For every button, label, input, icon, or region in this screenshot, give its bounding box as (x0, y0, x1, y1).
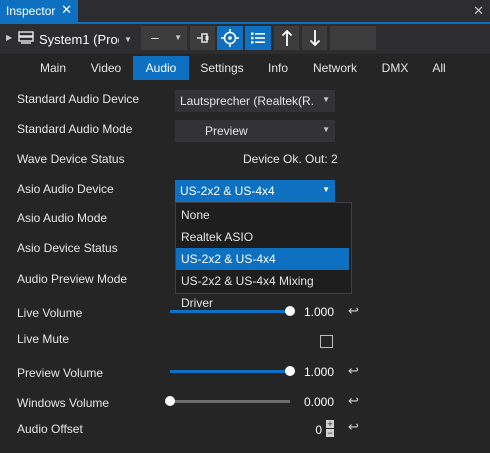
move-up-button[interactable] (274, 26, 299, 50)
reset-icon[interactable]: ↩ (348, 303, 359, 319)
preview-volume-fill (170, 370, 290, 373)
dropdown-option-us2x2-us4x4-mixing[interactable]: US-2x2 & US-4x4 Mixing Driver (176, 270, 349, 310)
list-icon (251, 32, 265, 44)
windows-volume-label: Windows Volume (17, 396, 110, 410)
asio-device-dropdown-list: None Realtek ASIO US-2x2 & US-4x4 US-2x2… (175, 202, 352, 310)
crosshair-icon (221, 29, 239, 47)
audio-offset-value[interactable]: 0 (300, 423, 322, 437)
dash-label: – (151, 29, 159, 45)
tab-all[interactable]: All (422, 56, 456, 80)
live-volume-fill (170, 310, 290, 313)
wave-device-status-label: Wave Device Status (17, 152, 125, 166)
close-panel-icon[interactable]: ✕ (473, 3, 484, 19)
device-name[interactable]: System1 (Prog (39, 32, 119, 47)
asio-device-status-label: Asio Device Status (17, 241, 118, 255)
live-mute-checkbox[interactable] (320, 335, 333, 348)
device-dropdown-arrow-icon[interactable]: ▼ (124, 35, 132, 44)
live-mute-label: Live Mute (17, 332, 70, 346)
wave-device-status-value: Device Ok. Out: 2 (243, 152, 338, 166)
increment-icon[interactable]: + (326, 420, 334, 429)
windows-volume-value[interactable]: 0.000 (292, 395, 334, 409)
pin-button[interactable] (190, 26, 215, 50)
reset-icon[interactable]: ↩ (348, 419, 359, 435)
standard-audio-device-select[interactable]: Lautsprecher (Realtek(R... ▼ (175, 90, 335, 112)
list-button[interactable] (245, 26, 271, 50)
audio-offset-label: Audio Offset (17, 422, 83, 436)
dash-select[interactable]: – ▼ (141, 26, 187, 50)
tab-audio[interactable]: Audio (133, 56, 189, 80)
standard-audio-device-label: Standard Audio Device (17, 92, 140, 106)
pin-icon (196, 33, 208, 43)
dropdown-option-none[interactable]: None (176, 204, 349, 226)
arrow-down-icon (309, 30, 320, 47)
move-down-button[interactable] (302, 26, 327, 50)
asio-audio-device-select[interactable]: US-2x2 & US-4x4 ▼ (175, 180, 335, 202)
tab-settings[interactable]: Settings (194, 56, 250, 80)
chevron-down-icon: ▼ (174, 33, 182, 42)
expand-arrow-icon[interactable]: ▶ (6, 33, 12, 42)
blank-toolbar-button[interactable] (330, 26, 376, 50)
asio-audio-device-value: US-2x2 & US-4x4 (180, 184, 275, 198)
tab-network[interactable]: Network (306, 56, 364, 80)
tab-main[interactable]: Main (30, 56, 76, 80)
target-button[interactable] (217, 26, 243, 50)
chevron-down-icon: ▼ (322, 125, 330, 134)
inspector-tab[interactable]: Inspector ✕ (0, 0, 78, 22)
preview-volume-value[interactable]: 1.000 (292, 365, 334, 379)
close-tab-icon[interactable]: ✕ (61, 2, 72, 18)
dropdown-option-us2x2-us4x4[interactable]: US-2x2 & US-4x4 (176, 248, 349, 270)
chevron-down-icon: ▼ (322, 185, 330, 194)
arrow-up-icon (281, 29, 292, 46)
tab-info[interactable]: Info (260, 56, 296, 80)
tab-video[interactable]: Video (82, 56, 130, 80)
live-volume-value[interactable]: 1.000 (292, 305, 334, 319)
decrement-icon[interactable]: − (326, 429, 334, 438)
reset-icon[interactable]: ↩ (348, 363, 359, 379)
inspector-tab-label: Inspector (6, 4, 56, 18)
reset-icon[interactable]: ↩ (348, 393, 359, 409)
audio-preview-mode-label: Audio Preview Mode (17, 272, 128, 286)
windows-volume-slider[interactable] (170, 400, 290, 403)
asio-audio-device-label: Asio Audio Device (17, 182, 114, 196)
preview-volume-label: Preview Volume (17, 366, 104, 380)
standard-audio-mode-select[interactable]: Preview ▼ (175, 120, 335, 142)
standard-audio-mode-label: Standard Audio Mode (17, 122, 133, 136)
standard-audio-mode-value: Preview (205, 124, 248, 138)
server-icon (18, 30, 34, 49)
windows-volume-knob[interactable] (165, 396, 175, 406)
chevron-down-icon: ▼ (322, 95, 330, 104)
dropdown-option-realtek-asio[interactable]: Realtek ASIO (176, 226, 349, 248)
asio-audio-mode-label: Asio Audio Mode (17, 211, 108, 225)
tab-dmx[interactable]: DMX (374, 56, 416, 80)
standard-audio-device-value: Lautsprecher (Realtek(R... (180, 94, 315, 108)
live-volume-label: Live Volume (17, 306, 83, 320)
